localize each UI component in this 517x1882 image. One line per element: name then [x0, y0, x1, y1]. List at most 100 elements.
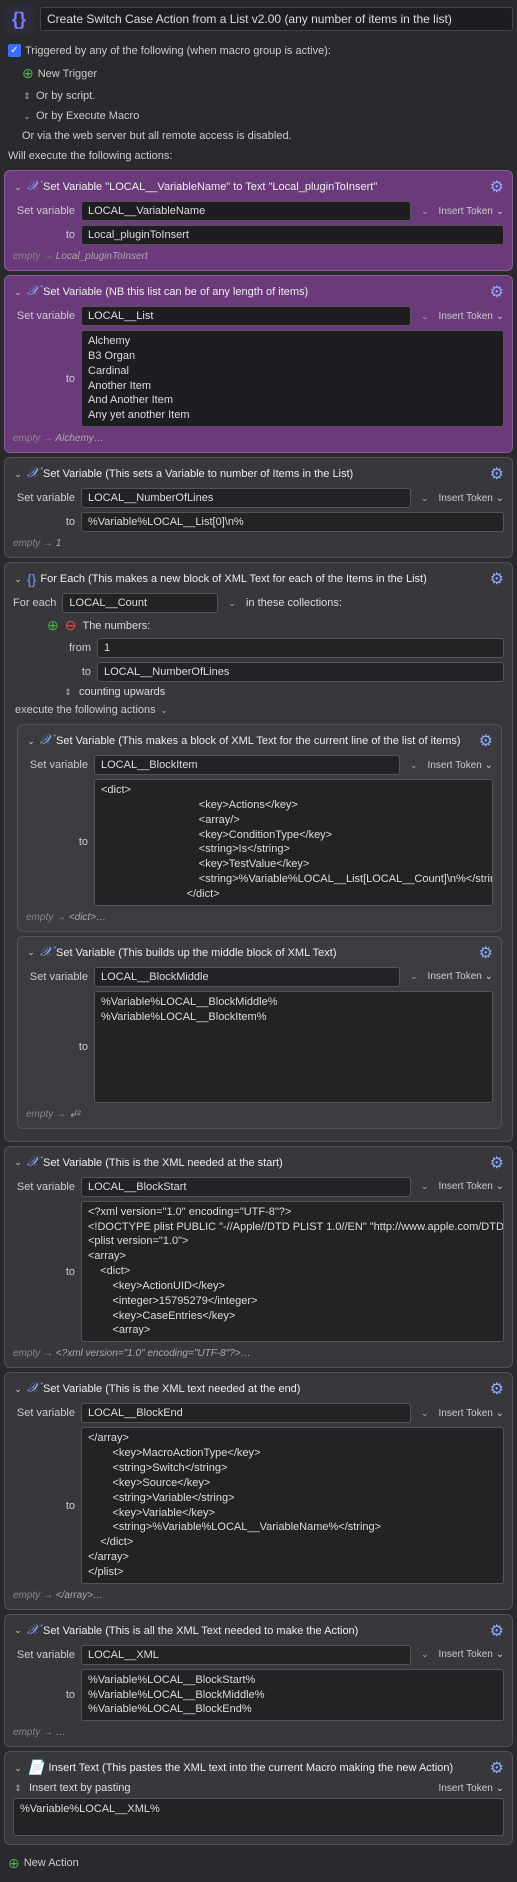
gear-icon[interactable]: ⚙ [490, 464, 504, 484]
result-preview: empty → </array>… [13, 1590, 504, 1601]
label: to [13, 373, 75, 385]
variable-name-input[interactable] [81, 1403, 411, 1423]
action-set-variable[interactable]: ⌄ 𝒳 Set Variable (This is all the XML Te… [4, 1614, 513, 1748]
gear-icon[interactable]: ⚙ [490, 1153, 504, 1173]
insert-mode-label[interactable]: Insert text by pasting [29, 1782, 433, 1794]
updown-icon[interactable]: ⇕ [63, 687, 73, 698]
insert-token-button[interactable]: Insert Token ⌄ [439, 1408, 504, 1419]
action-set-variable[interactable]: ⌄ 𝒳 Set Variable (NB this list can be of… [4, 275, 513, 453]
insert-token-button[interactable]: Insert Token ⌄ [439, 1181, 504, 1192]
variable-name-input[interactable] [81, 488, 411, 508]
action-title: Set Variable (This is all the XML Text n… [43, 1625, 486, 1637]
action-set-variable[interactable]: ⌄ 𝒳 Set Variable (This is the XML text n… [4, 1372, 513, 1609]
action-for-each[interactable]: ⌄ {} For Each (This makes a new block of… [4, 562, 513, 1142]
insert-token-button[interactable]: Insert Token ⌄ [439, 1783, 504, 1794]
insert-token-button[interactable]: Insert Token ⌄ [439, 311, 504, 322]
chevron-down-icon[interactable]: ⌄ [13, 287, 23, 298]
or-by-script[interactable]: ⇕ Or by script. [4, 86, 513, 106]
variable-value-input[interactable]: <?xml version="1.0" encoding="UTF-8"?> <… [81, 1201, 504, 1343]
label: to [26, 1041, 88, 1053]
chevron-down-icon[interactable]: ⌄ [417, 1181, 433, 1192]
variable-value-input[interactable]: </array> <key>MacroActionType</key> <str… [81, 1427, 504, 1583]
loop-icon: {} [27, 571, 36, 587]
action-insert-text[interactable]: ⌄ 📄 Insert Text (This pastes the XML tex… [4, 1751, 513, 1845]
insert-token-button[interactable]: Insert Token ⌄ [428, 971, 493, 982]
variable-name-input[interactable] [81, 306, 411, 326]
chevron-down-icon[interactable]: ⌄ [13, 1384, 23, 1395]
variable-value-input[interactable]: %Variable%LOCAL__BlockStart% %Variable%L… [81, 1669, 504, 1722]
to-input[interactable] [97, 662, 504, 682]
insert-token-button[interactable]: Insert Token ⌄ [439, 1649, 504, 1660]
action-title: Insert Text (This pastes the XML text in… [48, 1762, 485, 1774]
chevron-down-icon[interactable]: ⌄ [13, 182, 23, 193]
label: to [13, 516, 75, 528]
variable-name-input[interactable] [81, 201, 411, 221]
chevron-down-icon[interactable]: ⌄ [13, 574, 23, 585]
action-set-variable[interactable]: ⌄ 𝒳 Set Variable (This is the XML needed… [4, 1146, 513, 1369]
chevron-down-icon[interactable]: ⌄ [417, 311, 433, 322]
plus-icon: ⊕ [8, 1855, 20, 1872]
triggered-label: ✓ Triggered by any of the following (whe… [4, 40, 513, 61]
chevron-down-icon[interactable]: ⌄ [26, 947, 36, 958]
variable-icon: 𝒳 [27, 1381, 39, 1397]
chevron-down-icon[interactable]: ⌄ [13, 469, 23, 480]
plus-icon: ⊕ [22, 65, 34, 82]
insert-text-input[interactable]: %Variable%LOCAL__XML% [13, 1798, 504, 1836]
chevron-down-icon[interactable]: ⌄ [417, 206, 433, 217]
variable-name-input[interactable] [81, 1177, 411, 1197]
variable-value-input[interactable] [81, 512, 504, 532]
gear-icon[interactable]: ⚙ [490, 1758, 504, 1778]
gear-icon[interactable]: ⚙ [490, 569, 504, 589]
execute-following-label: execute the following actions ⌄ [13, 698, 504, 718]
insert-token-button[interactable]: Insert Token ⌄ [439, 493, 504, 504]
loop-variable-input[interactable] [62, 593, 218, 613]
chevron-down-icon[interactable]: ⌄ [417, 1649, 433, 1660]
or-by-execute-macro[interactable]: ⌄ Or by Execute Macro [4, 106, 513, 126]
chevron-down-icon[interactable]: ⌄ [417, 1408, 433, 1419]
variable-name-input[interactable] [94, 755, 400, 775]
action-set-variable[interactable]: ⌄ 𝒳 Set Variable (This makes a block of … [17, 724, 502, 932]
variable-name-input[interactable] [81, 1645, 411, 1665]
chevron-down-icon[interactable]: ⌄ [13, 1157, 23, 1168]
gear-icon[interactable]: ⚙ [490, 1621, 504, 1641]
from-input[interactable] [97, 638, 504, 658]
chevron-down-icon[interactable]: ⌄ [26, 736, 36, 747]
variable-name-input[interactable] [94, 967, 400, 987]
chevron-down-icon[interactable]: ⌄ [417, 493, 433, 504]
updown-icon[interactable]: ⇕ [13, 1783, 23, 1794]
result-preview: empty → <dict>… [26, 912, 493, 923]
chevron-down-icon[interactable]: ⌄ [13, 1625, 23, 1636]
gear-icon[interactable]: ⚙ [479, 943, 493, 963]
action-set-variable[interactable]: ⌄ 𝒳 Set Variable (This sets a Variable t… [4, 457, 513, 558]
add-collection-button[interactable]: ⊕ [47, 617, 59, 634]
action-set-variable[interactable]: ⌄ 𝒳 Set Variable "LOCAL__VariableName" t… [4, 170, 513, 271]
variable-value-input[interactable] [81, 225, 504, 245]
chevron-down-icon[interactable]: ⌄ [159, 705, 169, 716]
variable-icon: 𝒳 [27, 1623, 39, 1639]
action-set-variable[interactable]: ⌄ 𝒳 Set Variable (This builds up the mid… [17, 936, 502, 1129]
new-trigger-button[interactable]: ⊕ New Trigger [4, 61, 513, 86]
triggered-checkbox[interactable]: ✓ [8, 44, 21, 57]
chevron-down-icon[interactable]: ⌄ [406, 760, 422, 771]
chevron-down-icon[interactable]: ⌄ [13, 1763, 23, 1774]
new-action-button[interactable]: ⊕ New Action [4, 1849, 513, 1878]
variable-icon: 𝒳 [27, 466, 39, 482]
gear-icon[interactable]: ⚙ [479, 731, 493, 751]
label: Set variable [13, 310, 75, 322]
insert-token-button[interactable]: Insert Token ⌄ [428, 760, 493, 771]
chevron-down-icon[interactable]: ⌄ [406, 971, 422, 982]
insert-token-button[interactable]: Insert Token ⌄ [439, 206, 504, 217]
variable-value-input[interactable]: <dict> <key>Actions</key> <array/> <key>… [94, 779, 493, 906]
variable-value-input[interactable]: %Variable%LOCAL__BlockMiddle% %Variable%… [94, 991, 493, 1103]
chevron-down-icon[interactable]: ⌄ [224, 598, 240, 609]
remove-collection-button[interactable]: ⊖ [65, 617, 77, 634]
action-title: Set Variable (This sets a Variable to nu… [43, 468, 486, 480]
label: to [26, 836, 88, 848]
variable-value-input[interactable]: Alchemy B3 Organ Cardinal Another Item A… [81, 330, 504, 427]
gear-icon[interactable]: ⚙ [490, 1379, 504, 1399]
label: Set variable [26, 759, 88, 771]
macro-title-input[interactable] [40, 7, 513, 31]
gear-icon[interactable]: ⚙ [490, 177, 504, 197]
result-preview: empty → 1 [13, 538, 504, 549]
gear-icon[interactable]: ⚙ [490, 282, 504, 302]
